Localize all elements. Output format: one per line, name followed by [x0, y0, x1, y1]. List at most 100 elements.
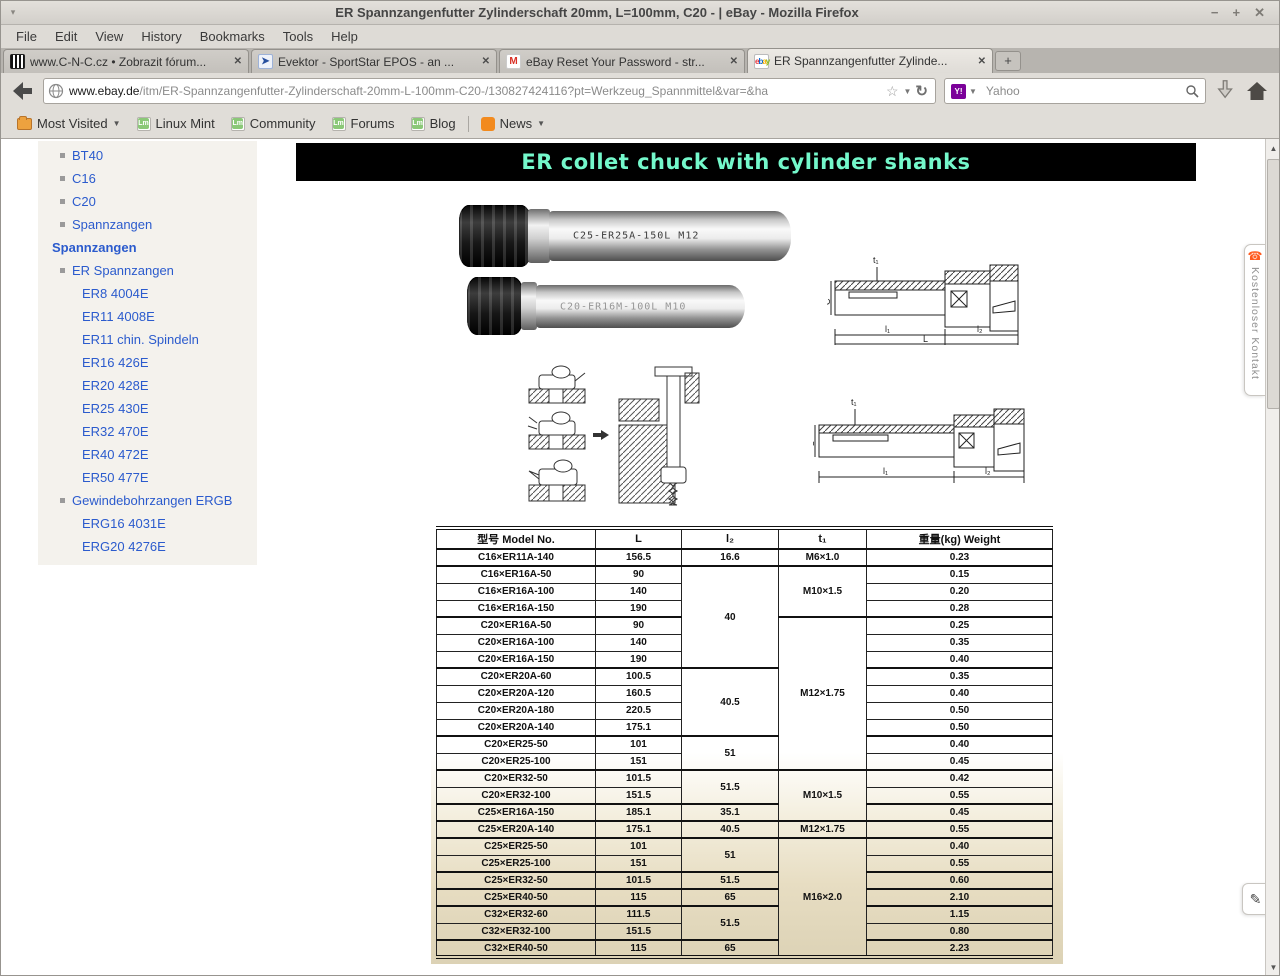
tab-title: www.C-N-C.cz • Zobrazit fórum...	[30, 55, 229, 69]
spec-cell: 0.60	[867, 872, 1053, 889]
mint-icon: Lm	[411, 117, 425, 131]
spec-cell: 0.40	[867, 651, 1053, 668]
sidebar-item-spannzangen[interactable]: Spannzangen	[38, 213, 257, 236]
bookmark-linux-mint[interactable]: LmLinux Mint	[129, 113, 223, 134]
menu-tools[interactable]: Tools	[274, 27, 322, 46]
bookmark-label: News	[500, 116, 533, 131]
spec-cell: C20×ER20A-180	[437, 702, 596, 719]
spec-cell: 140	[596, 634, 682, 651]
menu-history[interactable]: History	[132, 27, 190, 46]
bookmark-most-visited[interactable]: Most Visited▼	[9, 113, 129, 134]
sidebar-item-er8-4004e[interactable]: ER8 4004E	[38, 282, 257, 305]
sidebar-item-erg20-4276e[interactable]: ERG20 4276E	[38, 535, 257, 558]
sidebar-item-er32-470e[interactable]: ER32 470E	[38, 420, 257, 443]
spec-cell: 0.55	[867, 855, 1053, 872]
tab-close-icon[interactable]: ✕	[482, 56, 490, 67]
spec-row: C25×ER20A-140175.140.5M12×1.750.55	[437, 821, 1053, 838]
bookmark-community[interactable]: LmCommunity	[223, 113, 324, 134]
bookmark-news[interactable]: News ▼	[473, 113, 553, 134]
sidebar-item-gewindebohrzangen-ergb[interactable]: Gewindebohrzangen ERGB	[38, 489, 257, 512]
yahoo-icon[interactable]: Y!	[951, 84, 966, 99]
reload-icon[interactable]: ↻	[915, 82, 928, 100]
menu-help[interactable]: Help	[322, 27, 367, 46]
spec-row: C16×ER11A-140156.516.6M6×1.00.23	[437, 549, 1053, 566]
sidebar-item-er20-428e[interactable]: ER20 428E	[38, 374, 257, 397]
vertical-scrollbar[interactable]: ▲ ▼	[1265, 139, 1280, 976]
bullet-icon	[60, 153, 65, 158]
spec-cell: C32×ER40-50	[437, 940, 596, 957]
search-bar[interactable]: Y! ▼ Yahoo	[944, 78, 1206, 104]
close-button[interactable]: ✕	[1254, 5, 1265, 21]
sidebar-item-er-spannzangen[interactable]: ER Spannzangen	[38, 259, 257, 282]
svg-text:l₁: l₁	[883, 466, 888, 476]
sidebar-item-erg16-4031e[interactable]: ERG16 4031E	[38, 512, 257, 535]
sidebar-item-er40-472e[interactable]: ER40 472E	[38, 443, 257, 466]
new-tab-button[interactable]: +	[995, 51, 1021, 71]
menu-edit[interactable]: Edit	[46, 27, 86, 46]
sidebar-item-er11-4008e[interactable]: ER11 4008E	[38, 305, 257, 328]
url-dropdown-icon[interactable]: ▼	[904, 87, 912, 96]
spec-cell: 101	[596, 838, 682, 855]
sidebar-item-c20[interactable]: C20	[38, 190, 257, 213]
spec-col-header: l₂	[682, 528, 779, 549]
spec-cell: C20×ER16A-150	[437, 651, 596, 668]
spec-cell: C20×ER25-50	[437, 736, 596, 753]
home-icon[interactable]	[1244, 78, 1270, 104]
spec-cell: 0.15	[867, 566, 1053, 583]
scroll-up-icon[interactable]: ▲	[1266, 141, 1280, 156]
spec-cell: 51	[682, 736, 779, 770]
sidebar-item-er11-chin-spindeln[interactable]: ER11 chin. Spindeln	[38, 328, 257, 351]
menu-bookmarks[interactable]: Bookmarks	[191, 27, 274, 46]
browser-tab-3[interactable]: MeBay Reset Your Password - str...✕	[499, 49, 745, 73]
bookmark-blog[interactable]: LmBlog	[403, 113, 464, 134]
spec-cell: C20×ER32-50	[437, 770, 596, 787]
spec-cell: 0.80	[867, 923, 1053, 940]
collet-chuck-photo-small: C20-ER16M-100L M10	[467, 277, 745, 335]
sidebar-item-c16[interactable]: C16	[38, 167, 257, 190]
url-bar[interactable]: www.ebay.de/itm/ER-Spannzangenfutter-Zyl…	[43, 78, 936, 104]
spec-cell: C20×ER20A-120	[437, 685, 596, 702]
spec-cell: 190	[596, 600, 682, 617]
tab-close-icon[interactable]: ✕	[730, 56, 738, 67]
spec-cell: C25×ER16A-150	[437, 804, 596, 821]
chevron-down-icon: ▼	[537, 119, 545, 128]
kontakt-tab[interactable]: ☎ Kostenloser Kontakt	[1244, 244, 1265, 396]
minimize-button[interactable]: −	[1211, 5, 1219, 21]
phone-icon: ☎	[1248, 250, 1263, 262]
spec-cell: C25×ER25-100	[437, 855, 596, 872]
cnc-favicon	[10, 54, 25, 69]
search-icon[interactable]	[1185, 84, 1199, 98]
spec-cell: 0.42	[867, 770, 1053, 787]
sidebar-item-er25-430e[interactable]: ER25 430E	[38, 397, 257, 420]
spec-cell: 160.5	[596, 685, 682, 702]
scrollbar-thumb[interactable]	[1267, 159, 1280, 409]
search-engine-dropdown-icon[interactable]: ▼	[969, 87, 977, 96]
sidebar-item-er16-426e[interactable]: ER16 426E	[38, 351, 257, 374]
bookmark-forums[interactable]: LmForums	[324, 113, 403, 134]
spec-cell: 0.55	[867, 821, 1053, 838]
bookmark-star-icon[interactable]: ☆	[886, 83, 899, 100]
browser-tab-4[interactable]: ebayER Spannzangenfutter Zylinde...✕	[747, 48, 993, 73]
spec-cell: C32×ER32-100	[437, 923, 596, 940]
spec-cell: 0.50	[867, 719, 1053, 736]
menu-file[interactable]: File	[7, 27, 46, 46]
collet-chuck-photo-large: C25-ER25A-150L M12	[459, 205, 791, 267]
download-icon[interactable]	[1214, 78, 1240, 104]
tab-close-icon[interactable]: ✕	[978, 56, 986, 67]
spec-cell: 1.15	[867, 906, 1053, 923]
sidebar-item-bt40[interactable]: BT40	[38, 144, 257, 167]
browser-tab-2[interactable]: ➤Evektor - SportStar EPOS - an ...✕	[251, 49, 497, 73]
back-button[interactable]	[9, 78, 35, 104]
spec-cell: C16×ER11A-140	[437, 549, 596, 566]
category-sidebar: BT40C16C20SpannzangenSpannzangenER Spann…	[38, 141, 257, 565]
browser-tab-1[interactable]: www.C-N-C.cz • Zobrazit fórum... ✕	[3, 49, 249, 73]
tab-close-icon[interactable]: ✕	[234, 56, 242, 67]
menu-view[interactable]: View	[86, 27, 132, 46]
banner-title: ER collet chuck with cylinder shanks	[521, 150, 970, 174]
maximize-button[interactable]: +	[1233, 5, 1241, 21]
mint-icon: Lm	[231, 117, 245, 131]
scroll-down-icon[interactable]: ▼	[1266, 960, 1280, 975]
window-menu-icon[interactable]: ▾	[1, 7, 25, 18]
sidebar-item-er50-477e[interactable]: ER50 477E	[38, 466, 257, 489]
spec-cell: 51	[682, 838, 779, 872]
